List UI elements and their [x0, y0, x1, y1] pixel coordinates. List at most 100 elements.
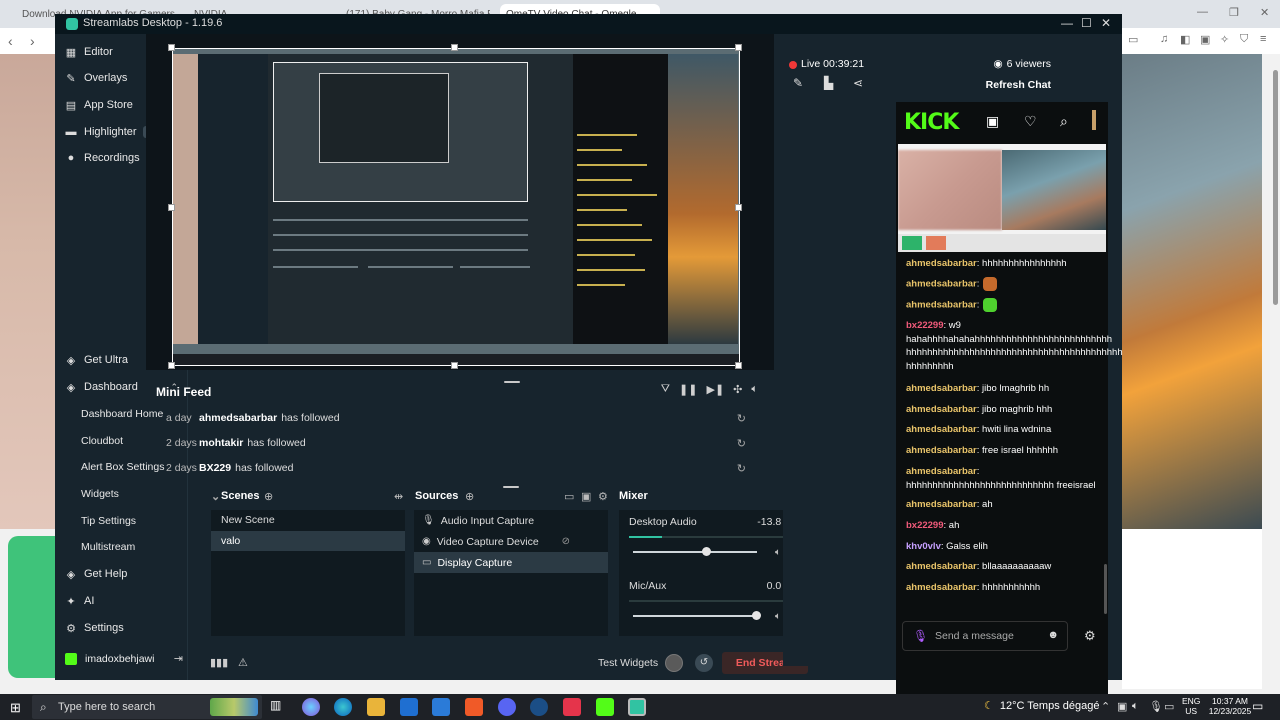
alert-warning-icon[interactable]: ⚠	[238, 656, 248, 669]
network-icon[interactable]: ▭	[1164, 700, 1174, 713]
tray-app-icon[interactable]: ▣	[1117, 700, 1127, 713]
notification-icon[interactable]: ▭	[1252, 699, 1263, 713]
record-button[interactable]	[665, 654, 683, 672]
mic-icon[interactable]: 🎙︎	[1149, 700, 1163, 713]
sidebar-subitem-tip-settings[interactable]: Tip Settings	[81, 515, 136, 527]
scene-preview[interactable]	[172, 48, 740, 366]
chat-username[interactable]: ahmedsabarbar	[906, 300, 977, 311]
resize-handle[interactable]	[735, 204, 742, 211]
music-icon[interactable]: ♫	[1160, 33, 1168, 45]
mail-icon[interactable]	[432, 698, 450, 716]
chat-scrollbar[interactable]	[1104, 564, 1107, 614]
chat-username[interactable]: ahmedsabarbar	[906, 582, 977, 593]
mic-icon[interactable]: 🎙︎	[913, 629, 928, 643]
replay-alert-icon[interactable]: ↻	[737, 437, 746, 450]
close-icon[interactable]: ✕	[1101, 16, 1111, 30]
chat-username[interactable]: ahmedsabarbar	[906, 499, 977, 510]
next-button[interactable]	[902, 236, 922, 250]
file-explorer-icon[interactable]	[367, 698, 385, 716]
collapse-icon[interactable]: ⌄	[211, 490, 220, 503]
chevron-up-icon[interactable]: ⌃	[1101, 700, 1110, 713]
chat-settings-icon[interactable]: ⚙	[1084, 628, 1096, 644]
add-scene-icon[interactable]: ⊕	[264, 490, 273, 503]
kick-app-icon[interactable]	[596, 698, 614, 716]
volume-icon[interactable]: 🔈︎	[751, 383, 758, 396]
send-message-input[interactable]: 🎙︎ Send a message ☻	[902, 621, 1068, 651]
shield-icon[interactable]: ⛉	[1240, 33, 1248, 46]
valorant-icon[interactable]	[563, 698, 581, 716]
source-item[interactable]: ◉ Video Capture Device ⊘	[414, 531, 608, 552]
source-item-selected[interactable]: ▭ Display Capture	[414, 552, 608, 573]
stop-button[interactable]	[926, 236, 946, 250]
chat-username[interactable]: ahmedsabarbar	[906, 404, 977, 415]
test-widgets-label[interactable]: Test Widgets	[598, 657, 658, 669]
brave-icon[interactable]	[465, 698, 483, 716]
task-view-icon[interactable]: ▥	[270, 698, 288, 716]
sidebar-subitem-multistream[interactable]: Multistream	[81, 541, 135, 553]
sidebar-item-settings[interactable]: ⚙ Settings	[65, 618, 180, 638]
widget-thumbnail[interactable]	[210, 698, 258, 716]
panel-resize-handle[interactable]	[503, 486, 519, 488]
pause-icon[interactable]: ❚❚	[679, 383, 697, 396]
replay-buffer-button[interactable]: ↺	[695, 654, 713, 672]
minimize-icon[interactable]: —	[1197, 6, 1208, 18]
skip-icon[interactable]: ▶❚	[706, 383, 724, 396]
weather-widget[interactable]: ☾ 12°C Temps dégagé	[984, 699, 1099, 712]
chat-username[interactable]: ahmedsabarbar	[906, 279, 977, 290]
chat-username[interactable]: ahmedsabarbar	[906, 561, 977, 572]
forward-icon[interactable]: ›	[30, 33, 35, 49]
windows-start-icon[interactable]: ⊞	[10, 700, 21, 716]
chat-username[interactable]: ahmedsabarbar	[906, 258, 977, 269]
discord-icon[interactable]	[498, 698, 516, 716]
reader-icon[interactable]: ▭	[1128, 33, 1138, 46]
kick-stream-video[interactable]	[898, 144, 1106, 252]
search-icon[interactable]: ⌕	[1060, 113, 1068, 130]
sidebar-item-ai[interactable]: ✦ AI	[65, 591, 180, 611]
steam-icon[interactable]	[530, 698, 548, 716]
edge-icon[interactable]	[334, 698, 352, 716]
share-icon[interactable]: ⋖	[853, 76, 863, 90]
speaker-icon[interactable]: 🔈︎	[775, 547, 781, 558]
replay-alert-icon[interactable]: ↻	[737, 462, 746, 475]
volume-slider[interactable]	[633, 547, 757, 556]
sidebar-item-get-help[interactable]: ◈ Get Help	[65, 564, 180, 584]
restore-icon[interactable]: ❐	[1229, 6, 1239, 19]
maximize-icon[interactable]: ☐	[1081, 16, 1092, 30]
volume-slider-knob[interactable]	[752, 611, 761, 620]
chat-username[interactable]: ahmedsabarbar	[906, 445, 977, 456]
close-icon[interactable]: ✕	[1260, 6, 1269, 19]
resize-handle[interactable]	[168, 204, 175, 211]
volume-slider[interactable]	[633, 611, 761, 620]
folder-icon[interactable]: ▭	[564, 490, 574, 503]
clock[interactable]: 10:37 AM 12/23/2025	[1205, 696, 1255, 716]
speaker-icon[interactable]: 🔈︎	[1132, 700, 1139, 713]
streamlabs-app-icon[interactable]	[628, 698, 646, 716]
pencil-icon[interactable]: ✎	[793, 76, 803, 90]
eye-hidden-icon[interactable]: ⊘	[562, 536, 570, 547]
sparkle-icon[interactable]: ✧	[1220, 33, 1229, 46]
resize-handle[interactable]	[735, 44, 742, 51]
sidebar-icon[interactable]: ◧	[1180, 33, 1190, 46]
scene-item[interactable]: New Scene	[211, 510, 405, 530]
dock-folder-icon[interactable]: ▙	[824, 76, 833, 90]
performance-stats-icon[interactable]: ▮▮▮	[210, 656, 228, 669]
scene-item-selected[interactable]: valo	[211, 531, 405, 551]
chat-username[interactable]: ahmedsabarbar	[906, 383, 977, 394]
speaker-icon[interactable]: 🔈︎	[775, 611, 781, 622]
back-icon[interactable]: ‹	[8, 33, 13, 49]
source-filter-icon[interactable]: ▣	[581, 490, 591, 503]
resize-handle[interactable]	[451, 44, 458, 51]
language-indicator[interactable]: ENG US	[1182, 696, 1200, 716]
minimize-icon[interactable]: —	[1061, 16, 1073, 30]
chat-username[interactable]: bx22299	[906, 320, 944, 331]
source-settings-icon[interactable]: ⚙	[598, 490, 608, 503]
sidebar-subitem-cloudbot[interactable]: Cloudbot	[81, 435, 123, 447]
add-source-icon[interactable]: ⊕	[465, 490, 474, 503]
refresh-chat-button[interactable]: Refresh Chat	[986, 79, 1051, 91]
sidebar-subitem-widgets[interactable]: Widgets	[81, 488, 119, 500]
resize-handle[interactable]	[168, 44, 175, 51]
calendar-icon[interactable]: ▣	[986, 113, 999, 130]
resize-handle[interactable]	[735, 362, 742, 369]
chat-username[interactable]: bx22299	[906, 520, 944, 531]
volume-slider-knob[interactable]	[702, 547, 712, 556]
